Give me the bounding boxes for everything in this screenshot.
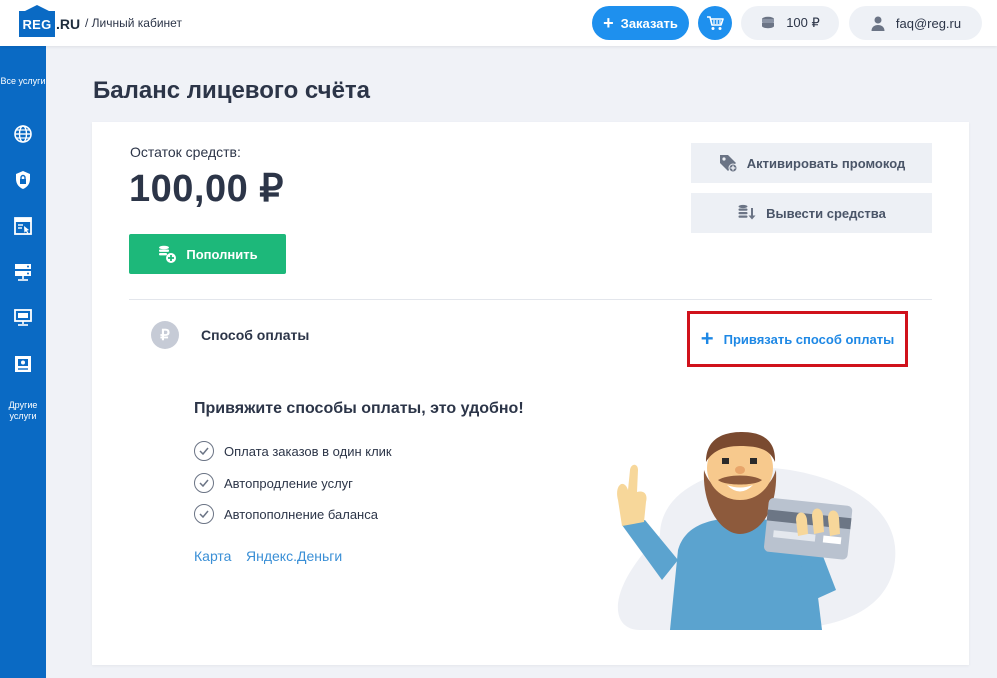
- remote-desktop-icon[interactable]: [13, 308, 33, 328]
- sidebar-item-other-services[interactable]: Другие услуги: [0, 400, 46, 422]
- user-icon: [871, 16, 885, 31]
- add-payment-method-label: Привязать способ оплаты: [723, 331, 895, 347]
- cart-button[interactable]: [698, 6, 732, 40]
- activate-promo-label: Активировать промокод: [746, 155, 906, 171]
- feature-item: Автопродление услуг: [194, 473, 353, 493]
- feature-label: Автопополнение баланса: [224, 506, 378, 522]
- shield-lock-icon[interactable]: [13, 170, 33, 190]
- user-menu[interactable]: faq@reg.ru: [849, 6, 982, 40]
- card-payment-link[interactable]: Карта: [194, 548, 231, 564]
- top-up-button[interactable]: Пополнить: [129, 234, 286, 274]
- feature-item: Оплата заказов в один клик: [194, 441, 392, 461]
- withdraw-coins-icon: [738, 204, 756, 220]
- order-button[interactable]: + Заказать: [592, 6, 689, 40]
- balance-label: Остаток средств:: [130, 144, 241, 160]
- payment-promo-heading: Привяжите способы оплаты, это удобно!: [194, 400, 524, 417]
- sidebar: Все услуги Другие услуги: [0, 46, 46, 678]
- plus-icon: +: [603, 13, 614, 33]
- man-with-card-illustration: [617, 432, 896, 630]
- cart-icon: [707, 16, 724, 30]
- tag-icon: [719, 155, 738, 173]
- sidebar-item-all-services[interactable]: Все услуги: [0, 76, 46, 87]
- dashboard-icon[interactable]: [13, 354, 33, 374]
- check-circle-icon: [194, 504, 214, 524]
- payment-method-title: Способ оплаты: [201, 327, 310, 343]
- check-circle-icon: [194, 473, 214, 493]
- top-up-label: Пополнить: [186, 246, 258, 262]
- feature-label: Автопродление услуг: [224, 475, 353, 491]
- divider: [129, 299, 932, 300]
- check-circle-icon: [194, 441, 214, 461]
- balance-value: 100,00 ₽: [129, 168, 284, 210]
- page-title: Баланс лицевого счёта: [93, 77, 371, 104]
- user-email: faq@reg.ru: [895, 15, 962, 31]
- order-button-label: Заказать: [620, 15, 678, 31]
- balance-pill[interactable]: 100 ₽: [741, 6, 839, 40]
- coins-plus-icon: [159, 245, 177, 263]
- plus-icon: +: [700, 326, 714, 351]
- logo-box: REG: [19, 5, 55, 37]
- reg-ru-logo[interactable]: REG .RU: [19, 5, 81, 38]
- activate-promo-button[interactable]: Активировать промокод: [691, 143, 932, 183]
- add-payment-method-button[interactable]: + Привязать способ оплаты: [687, 311, 908, 367]
- breadcrumb[interactable]: / Личный кабинет: [85, 16, 182, 30]
- withdraw-button[interactable]: Вывести средства: [691, 193, 932, 233]
- feature-item: Автопополнение баланса: [194, 504, 378, 524]
- balance-amount: 100 ₽: [786, 15, 820, 30]
- top-bar: REG .RU / Личный кабинет + Заказать 100 …: [0, 0, 997, 46]
- ruble-icon: ₽: [151, 321, 179, 349]
- coins-icon: [762, 16, 775, 29]
- yandex-money-link[interactable]: Яндекс.Деньги: [246, 548, 342, 564]
- feature-label: Оплата заказов в один клик: [224, 443, 392, 459]
- server-icon[interactable]: [13, 262, 33, 282]
- website-builder-icon[interactable]: [13, 216, 33, 236]
- withdraw-label: Вывести средства: [766, 205, 886, 221]
- globe-icon[interactable]: [13, 124, 33, 144]
- logo-suffix: .RU: [56, 16, 81, 32]
